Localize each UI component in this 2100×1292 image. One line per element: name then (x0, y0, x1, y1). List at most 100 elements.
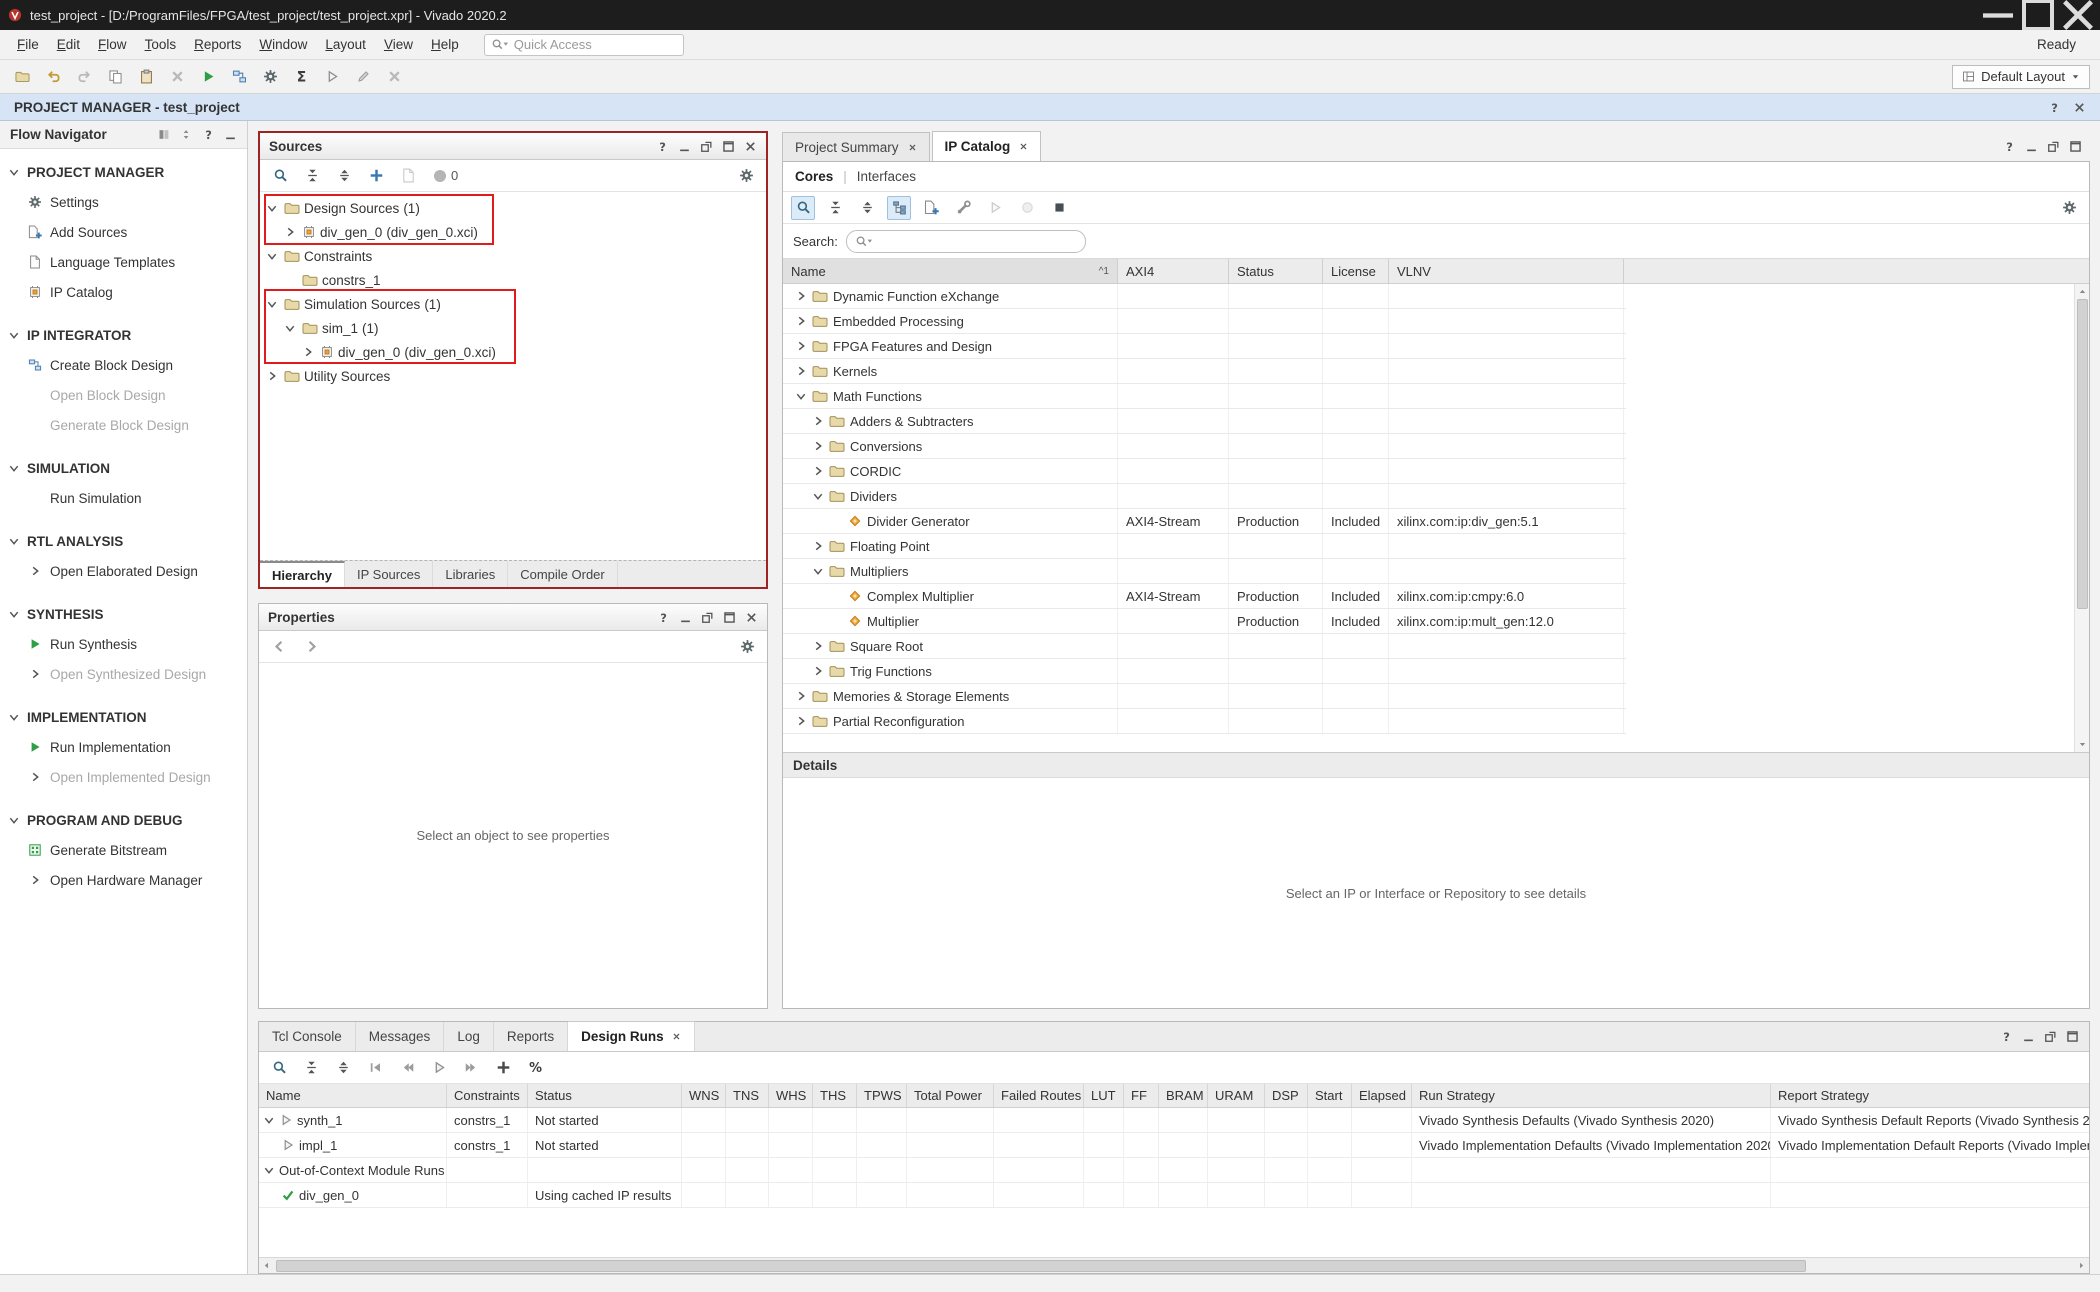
collapse-all-icon[interactable] (823, 196, 847, 220)
settings-icon[interactable] (734, 164, 758, 188)
menu-edit[interactable]: Edit (48, 32, 89, 57)
menu-window[interactable]: Window (250, 32, 316, 57)
flow-item-open-synthesized-design[interactable]: Open Synthesized Design (0, 659, 247, 689)
ip-row-divider-generator[interactable]: Divider GeneratorAXI4-StreamProductionIn… (783, 509, 1626, 534)
add-icon[interactable] (364, 164, 388, 188)
flow-item-run-simulation[interactable]: Run Simulation (0, 483, 247, 513)
run-step-icon[interactable] (983, 196, 1007, 220)
expand-all-icon[interactable] (331, 1056, 355, 1080)
ip-category-partial-reconfiguration[interactable]: Partial Reconfiguration (783, 709, 1626, 734)
runs-column-tpws[interactable]: TPWS (857, 1084, 907, 1107)
flow-item-run-implementation[interactable]: Run Implementation (0, 732, 247, 762)
search-icon[interactable] (791, 196, 815, 220)
expand-all-icon[interactable] (855, 196, 879, 220)
paste-icon[interactable] (134, 65, 158, 89)
tab-ip-catalog[interactable]: IP Catalog (932, 131, 1042, 161)
group-view-icon[interactable] (887, 196, 911, 220)
close-icon[interactable] (908, 143, 917, 152)
runs-column-report-strategy[interactable]: Report Strategy (1771, 1084, 2089, 1107)
sources-tab-libraries[interactable]: Libraries (433, 561, 508, 587)
step-forward-icon[interactable] (459, 1056, 483, 1080)
runs-column-ff[interactable]: FF (1124, 1084, 1159, 1107)
flow-item-generate-bitstream[interactable]: Generate Bitstream (0, 835, 247, 865)
subtab-cores[interactable]: Cores (795, 169, 833, 184)
flow-item-language-templates[interactable]: Language Templates (0, 247, 247, 277)
source-node-div-gen-0-6[interactable]: div_gen_0 (div_gen_0.xci) (260, 340, 766, 364)
tab-design-runs[interactable]: Design Runs (568, 1021, 695, 1051)
horizontal-scrollbar[interactable] (259, 1257, 2089, 1273)
runs-column-failed-routes[interactable]: Failed Routes (994, 1084, 1084, 1107)
collapse-all-icon[interactable] (300, 164, 324, 188)
runs-column-ths[interactable]: THS (813, 1084, 857, 1107)
scrollbar-thumb[interactable] (2077, 299, 2088, 609)
settings-icon[interactable] (735, 635, 759, 659)
ip-category-kernels[interactable]: Kernels (783, 359, 1626, 384)
runs-column-run-strategy[interactable]: Run Strategy (1412, 1084, 1771, 1107)
settings-icon[interactable] (258, 65, 282, 89)
expand-all-icon[interactable] (332, 164, 356, 188)
help-icon[interactable]: ? (202, 128, 215, 141)
runs-column-whs[interactable]: WHS (769, 1084, 813, 1107)
minimize-icon[interactable] (224, 128, 237, 141)
minimize-icon[interactable] (678, 140, 691, 153)
quick-access-input[interactable] (514, 37, 677, 52)
step-first-icon[interactable] (363, 1056, 387, 1080)
ip-category-cordic[interactable]: CORDIC (783, 459, 1626, 484)
source-node-constraints-2[interactable]: Constraints (260, 244, 766, 268)
ip-category-embedded-processing[interactable]: Embedded Processing (783, 309, 1626, 334)
run-row-impl-1[interactable]: impl_1constrs_1Not startedVivado Impleme… (259, 1133, 2089, 1158)
menu-flow[interactable]: Flow (89, 32, 136, 57)
column-header-vlnv[interactable]: VLNV (1389, 259, 1624, 283)
flow-item-generate-block-design[interactable]: Generate Block Design (0, 410, 247, 440)
flow-item-run-synthesis[interactable]: Run Synthesis (0, 629, 247, 659)
column-header-name[interactable]: Name^1 (783, 259, 1118, 283)
ip-category-square-root[interactable]: Square Root (783, 634, 1626, 659)
ip-category-trig-functions[interactable]: Trig Functions (783, 659, 1626, 684)
menu-reports[interactable]: Reports (185, 32, 250, 57)
expander[interactable] (282, 321, 298, 335)
flow-section-header-synthesis[interactable]: SYNTHESIS (0, 599, 247, 629)
expander[interactable] (264, 201, 280, 215)
menu-view[interactable]: View (375, 32, 422, 57)
runs-column-elapsed[interactable]: Elapsed (1352, 1084, 1412, 1107)
maximize-icon[interactable] (2066, 1030, 2079, 1043)
flow-item-add-sources[interactable]: Add Sources (0, 217, 247, 247)
flow-section-header-program-and-debug[interactable]: PROGRAM AND DEBUG (0, 805, 247, 835)
tab-tcl-console[interactable]: Tcl Console (259, 1022, 356, 1051)
flow-item-create-block-design[interactable]: Create Block Design (0, 350, 247, 380)
maximize-icon[interactable] (2069, 140, 2082, 153)
runs-column-constraints[interactable]: Constraints (447, 1084, 528, 1107)
source-node-sim-1-5[interactable]: sim_1 (1) (260, 316, 766, 340)
ip-category-dynamic-function-exchange[interactable]: Dynamic Function eXchange (783, 284, 1626, 309)
open-project-icon[interactable] (10, 65, 34, 89)
flow-item-open-hardware-manager[interactable]: Open Hardware Manager (0, 865, 247, 895)
create-block-design-icon[interactable] (227, 65, 251, 89)
layout-columns-icon[interactable] (158, 128, 171, 141)
maximize-icon[interactable] (722, 140, 735, 153)
runs-column-dsp[interactable]: DSP (1265, 1084, 1308, 1107)
redo-icon[interactable] (72, 65, 96, 89)
runs-column-status[interactable]: Status (528, 1084, 682, 1107)
copy-icon[interactable] (103, 65, 127, 89)
ip-category-floating-point[interactable]: Floating Point (783, 534, 1626, 559)
ip-search-input[interactable] (877, 234, 1077, 249)
close-icon[interactable] (2073, 101, 2086, 114)
flow-section-header-project-manager[interactable]: PROJECT MANAGER (0, 157, 247, 187)
menu-file[interactable]: File (8, 32, 48, 57)
vertical-scrollbar[interactable] (2074, 284, 2089, 752)
ip-category-memories-storage-elements[interactable]: Memories & Storage Elements (783, 684, 1626, 709)
window-minimize-icon[interactable] (1978, 2, 2018, 28)
close-icon[interactable] (1019, 142, 1028, 151)
column-header-axi4[interactable]: AXI4 (1118, 259, 1229, 283)
close-icon[interactable] (744, 140, 757, 153)
maximize-icon[interactable] (723, 611, 736, 624)
source-node-div-gen-0-1[interactable]: div_gen_0 (div_gen_0.xci) (260, 220, 766, 244)
delete-icon[interactable] (382, 65, 406, 89)
flow-item-open-block-design[interactable]: Open Block Design (0, 380, 247, 410)
float-icon[interactable] (2044, 1030, 2057, 1043)
column-header-license[interactable]: License (1323, 259, 1389, 283)
flow-item-open-elaborated-design[interactable]: Open Elaborated Design (0, 556, 247, 586)
delete-icon[interactable] (165, 65, 189, 89)
runs-column-uram[interactable]: URAM (1208, 1084, 1265, 1107)
scroll-up-icon[interactable] (2075, 284, 2090, 299)
